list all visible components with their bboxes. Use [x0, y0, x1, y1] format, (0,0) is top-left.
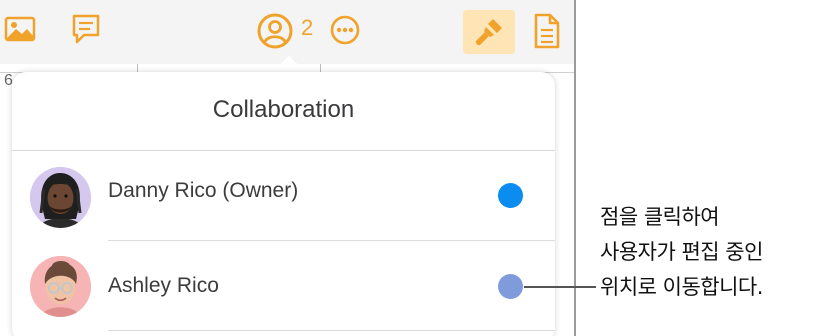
callout-line-2: 사용자가 편집 중인 [600, 240, 763, 264]
avatar-memoji-dreadlocks-icon [30, 167, 91, 228]
comment-icon[interactable] [70, 12, 102, 46]
ruler-tick [137, 64, 138, 72]
participant-location-dot[interactable] [498, 183, 523, 208]
format-button[interactable] [463, 10, 515, 54]
row-divider [108, 330, 555, 331]
toolbar: 2 [0, 0, 574, 64]
participant-row[interactable]: Ashley Rico [12, 241, 555, 333]
avatar-memoji-glasses-icon [30, 256, 91, 317]
collaborator-count: 2 [301, 15, 314, 40]
collaboration-popover: Collaboration Danny Rico (Owner) Ashley … [12, 72, 555, 336]
callout-leader-line [524, 286, 596, 288]
callout-line-3: 위치로 이동합니다. [600, 275, 763, 299]
participant-name: Ashley Rico [108, 274, 219, 297]
format-brush-icon [473, 16, 505, 48]
more-icon[interactable] [329, 14, 361, 46]
popover-arrow [271, 56, 307, 73]
callout-line-1: 점을 클릭하여 [600, 205, 720, 229]
participant-name: Danny Rico (Owner) [108, 179, 299, 202]
app-window: 2 6 Collaboration Danny Rico (Owner) Ash… [0, 0, 576, 336]
photo-icon[interactable] [4, 14, 36, 44]
callout-annotation: 점을 클릭하여 사용자가 편집 중인 위치로 이동합니다. [600, 200, 822, 305]
participant-row[interactable]: Danny Rico (Owner) [12, 151, 555, 243]
collaborator-icon[interactable] [256, 12, 294, 50]
popover-title: Collaboration [212, 96, 355, 123]
document-icon[interactable] [533, 12, 561, 50]
ruler-tick [320, 64, 321, 72]
participant-location-dot[interactable] [498, 274, 523, 299]
